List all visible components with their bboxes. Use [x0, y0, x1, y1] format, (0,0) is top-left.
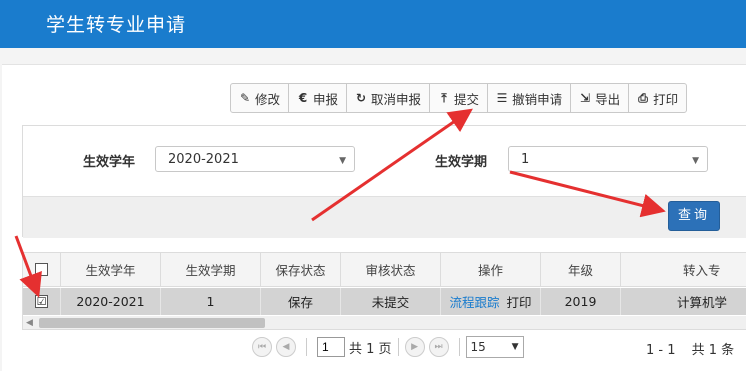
page-size-select[interactable]: 15 ▼: [465, 336, 524, 358]
total-pages-text: 共 1 页: [349, 341, 392, 357]
declare-button-label: 申报: [313, 91, 339, 107]
cell-year: 2020-2021: [61, 288, 161, 315]
cell-review-status: 未提交: [341, 288, 441, 315]
col-operation[interactable]: 操作: [441, 253, 541, 286]
year-select-value: 2020-2021: [168, 152, 239, 167]
euro-icon: €: [298, 91, 308, 105]
select-all-cell: [23, 253, 61, 286]
first-page-icon: ⏮: [257, 342, 267, 352]
col-year[interactable]: 生效学年: [61, 253, 161, 286]
first-page-button[interactable]: ⏮: [252, 337, 272, 357]
col-major[interactable]: 转入专: [621, 253, 746, 286]
pager-divider: [397, 338, 399, 356]
page-number-input[interactable]: [317, 337, 345, 357]
row-checkbox-cell: ☑: [23, 288, 61, 315]
refresh-icon: ↻: [356, 91, 367, 105]
row-print-link[interactable]: 打印: [507, 292, 532, 311]
query-button[interactable]: 查询: [668, 201, 720, 231]
process-trace-link[interactable]: 流程跟踪: [449, 292, 499, 311]
prev-page-button[interactable]: ◀: [276, 337, 296, 357]
col-save-status[interactable]: 保存状态: [261, 253, 341, 286]
page-size-value: 15: [470, 340, 486, 354]
col-grade[interactable]: 年级: [541, 253, 621, 286]
submit-button-label: 提交: [454, 91, 480, 107]
term-select-value: 1: [521, 152, 530, 167]
cancel-declare-button-label: 取消申报: [371, 91, 422, 107]
export-button-label: 导出: [595, 91, 621, 107]
cell-term: 1: [161, 288, 261, 315]
chevron-down-icon: ▼: [692, 156, 699, 166]
print-button-label: 打印: [653, 91, 679, 107]
export-button[interactable]: ⇲ 导出: [571, 84, 630, 112]
chevron-down-icon: ▼: [339, 156, 346, 166]
edit-button-label: 修改: [255, 91, 281, 107]
year-select[interactable]: 2020-2021 ▼: [155, 146, 355, 172]
pager-divider: [306, 338, 307, 356]
page-title: 学生转专业申请: [46, 14, 187, 36]
print-icon: ⎙: [638, 90, 648, 105]
toolbar: ✎ 修改 € 申报 ↻ 取消申报 ⤒ 提交 ☰ 撤销申请 ⇲ 导出 ⎙ 打印: [230, 83, 688, 113]
horizontal-scrollbar[interactable]: ◀: [23, 316, 746, 329]
cell-grade: 2019: [541, 288, 621, 315]
table-row[interactable]: ☑ 2020-2021 1 保存 未提交 流程跟踪 打印 2019 计算机学: [23, 288, 746, 315]
chevron-down-icon: ▼: [511, 342, 519, 352]
search-footer: [23, 196, 746, 238]
export-icon: ⇲: [580, 91, 591, 105]
cancel-declare-button[interactable]: ↻ 取消申报: [347, 84, 431, 112]
search-fields: 生效学年 2020-2021 ▼ 生效学期 1 ▼: [23, 126, 746, 196]
table-header: 生效学年 生效学期 保存状态 审核状态 操作 年级 转入专: [23, 253, 746, 287]
declare-button[interactable]: € 申报: [289, 84, 348, 112]
last-page-button[interactable]: ⏭: [428, 337, 449, 357]
cell-major: 计算机学: [621, 288, 746, 315]
edit-button[interactable]: ✎ 修改: [231, 84, 290, 112]
year-label: 生效学年: [83, 155, 136, 170]
pager-divider: [458, 338, 460, 356]
record-count: 1 - 1 共 1 条: [646, 339, 734, 358]
cell-save-status: 保存: [261, 288, 341, 315]
prev-page-icon: ◀: [282, 342, 290, 352]
data-table: 生效学年 生效学期 保存状态 审核状态 操作 年级 转入专 ☑ 2020-202…: [22, 252, 746, 330]
row-checkbox[interactable]: ☑: [35, 295, 48, 308]
upload-icon: ⤒: [441, 90, 447, 105]
col-review-status[interactable]: 审核状态: [341, 253, 441, 286]
revoke-button-label: 撤销申请: [512, 91, 563, 107]
cell-operation: 流程跟踪 打印: [441, 288, 541, 315]
edit-icon: ✎: [239, 91, 251, 105]
scrollbar-thumb[interactable]: [39, 318, 265, 328]
revoke-button[interactable]: ☰ 撤销申请: [488, 84, 572, 112]
record-range: 1 - 1: [646, 343, 676, 358]
next-page-button[interactable]: ▶: [404, 337, 425, 357]
select-all-checkbox[interactable]: [35, 263, 48, 276]
title-bar: 学生转专业申请: [0, 0, 746, 48]
search-form: 生效学年 2020-2021 ▼ 生效学期 1 ▼: [22, 125, 746, 238]
term-label: 生效学期: [435, 155, 488, 170]
next-page-icon: ▶: [411, 342, 418, 352]
term-select[interactable]: 1 ▼: [508, 146, 708, 172]
scroll-left-icon[interactable]: ◀: [26, 318, 33, 328]
col-term[interactable]: 生效学期: [161, 253, 261, 286]
record-total: 共 1 条: [691, 343, 735, 358]
submit-button[interactable]: ⤒ 提交: [430, 84, 489, 112]
print-button[interactable]: ⎙ 打印: [629, 84, 686, 112]
list-icon: ☰: [496, 91, 508, 105]
pagination: ⏮ ◀ 共 1 页 ▶ ⏭ 15 ▼: [252, 335, 524, 359]
last-page-icon: ⏭: [434, 342, 443, 352]
